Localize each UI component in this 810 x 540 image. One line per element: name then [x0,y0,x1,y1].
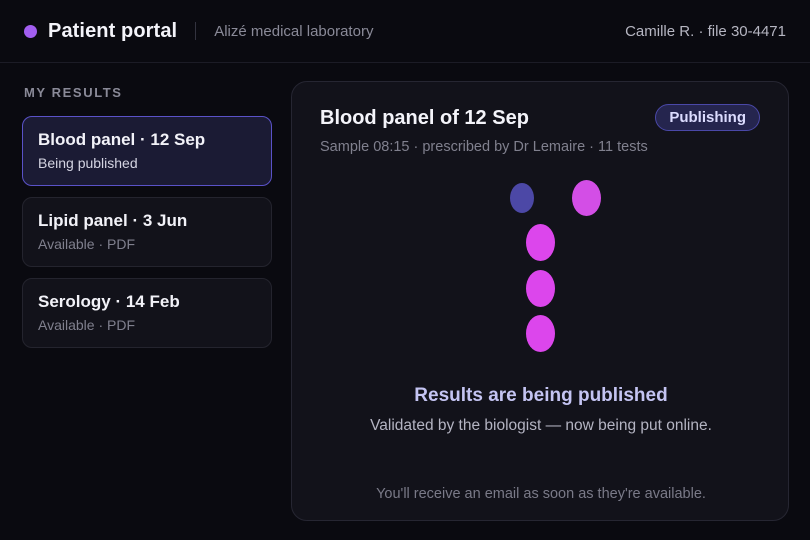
status-badge: Publishing [655,104,760,131]
loading-dot [526,315,555,352]
sample-meta: Sample 08:15 · prescribed by Dr Lemaire … [320,139,648,155]
result-item-title: Serology · 14 Feb [38,292,180,311]
app-title: Patient portal [48,19,178,42]
brand-dot-icon [24,24,37,38]
result-item-lipid-panel[interactable]: Lipid panel · 3 Jun Available · PDF [22,197,272,267]
results-list: Blood panel · 12 Sep Being published Lip… [22,116,272,359]
email-notice: You'll receive an email as soon as they'… [376,486,706,502]
panel-title: Blood panel of 12 Sep [320,107,529,129]
publishing-description: Validated by the biologist — now being p… [370,417,712,434]
loading-dot [572,180,601,216]
loading-dot [510,183,534,213]
result-item-blood-panel[interactable]: Blood panel · 12 Sep Being published [22,116,272,186]
result-item-status: Available · PDF [38,236,136,252]
result-item-title: Blood panel · 12 Sep [38,130,206,149]
top-bar: Patient portal Alizé medical laboratory … [0,0,810,63]
result-item-serology[interactable]: Serology · 14 Feb Available · PDF [22,278,272,348]
loading-dot [526,270,555,307]
user-file-info: Camille R. · file 30-4471 [625,22,786,40]
result-detail-panel: Blood panel of 12 Sep Publishing Sample … [291,81,789,521]
lab-name: Alizé medical laboratory [214,22,374,40]
result-item-status: Available · PDF [38,317,136,333]
result-item-title: Lipid panel · 3 Jun [38,211,188,230]
results-heading: MY RESULTS [24,85,123,100]
header-divider [195,22,197,40]
publishing-heading: Results are being published [414,385,668,406]
result-item-status: Being published [38,155,138,171]
loading-dot [526,224,555,261]
